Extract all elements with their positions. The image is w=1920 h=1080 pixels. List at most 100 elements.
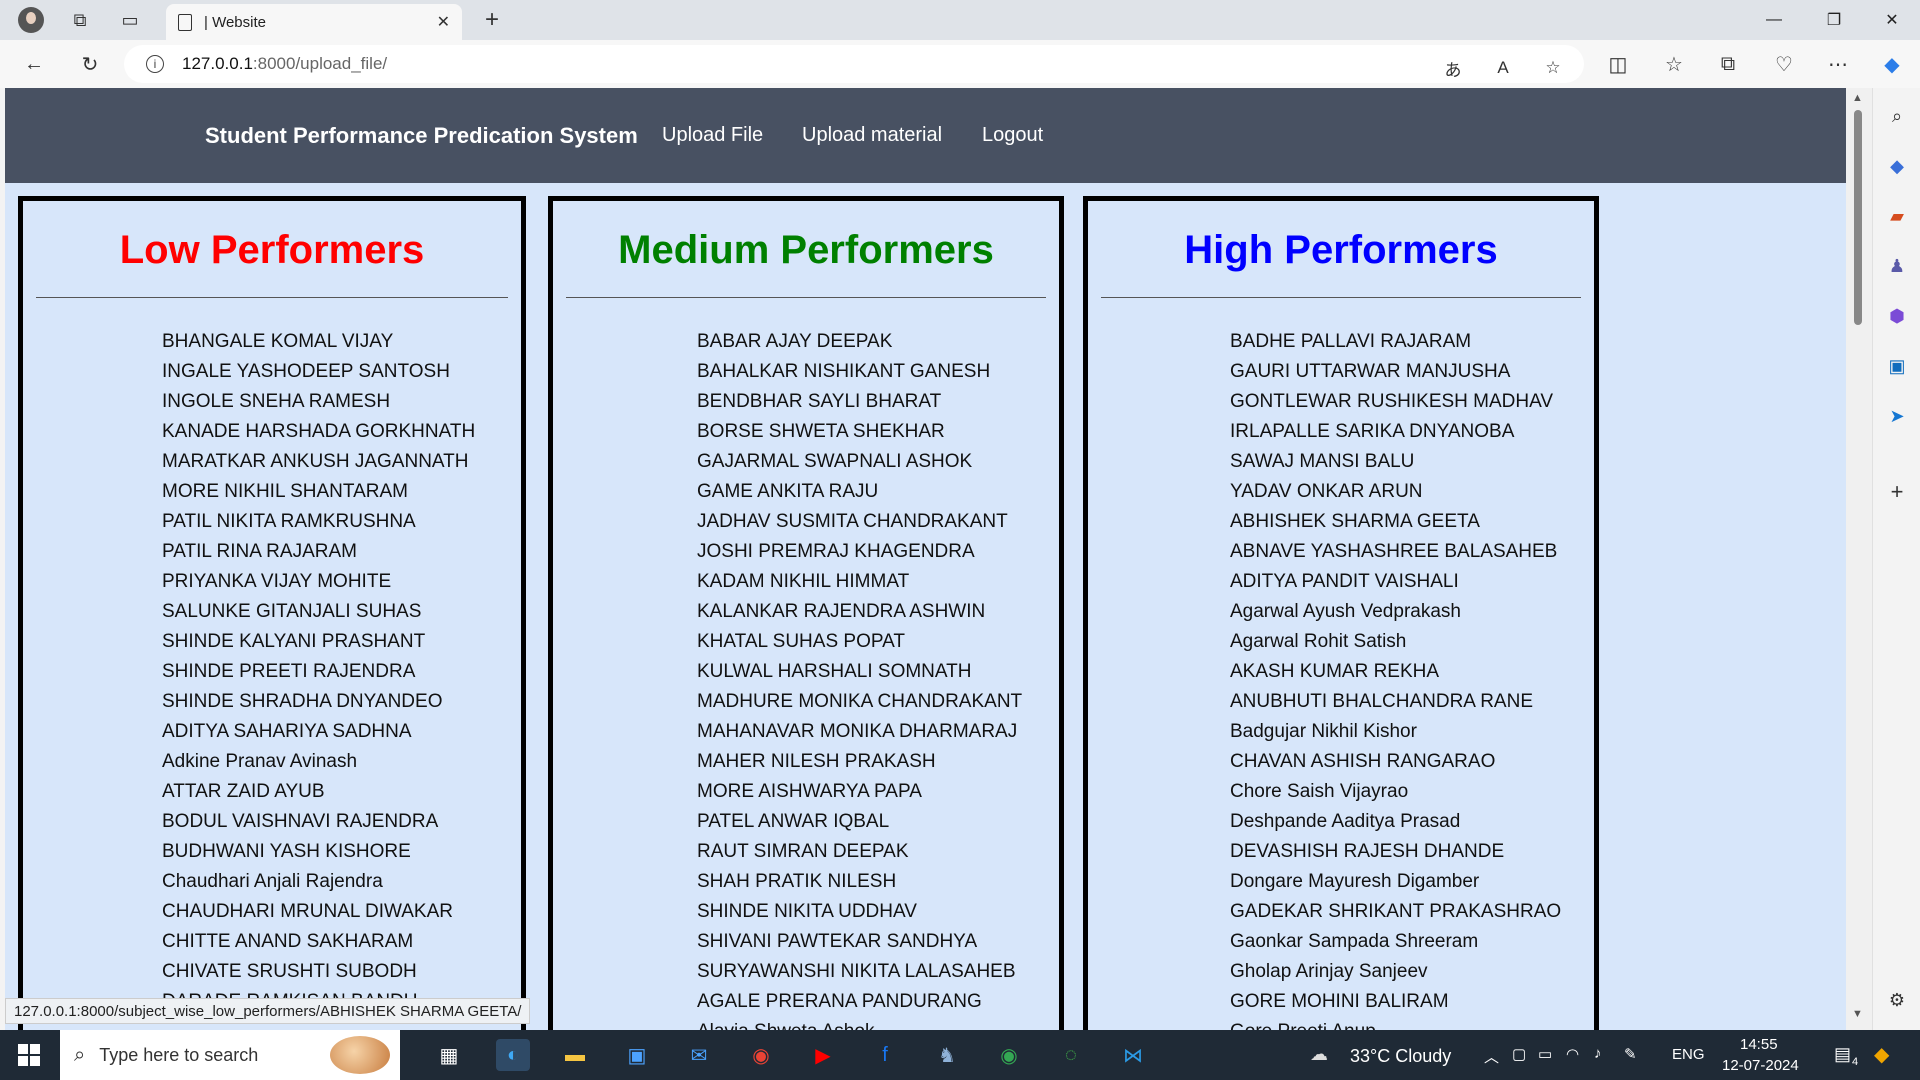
- student-link[interactable]: SHINDE NIKITA UDDHAV: [697, 902, 1059, 932]
- tools-icon[interactable]: ▰: [1885, 204, 1909, 228]
- student-link[interactable]: BADHE PALLAVI RAJARAM: [1230, 332, 1594, 362]
- student-link[interactable]: Gaonkar Sampada Shreeram: [1230, 932, 1594, 962]
- student-link[interactable]: Adkine Pranav Avinash: [162, 752, 521, 782]
- profile-button[interactable]: [0, 0, 48, 40]
- postgresql-icon[interactable]: ♞: [930, 1039, 964, 1071]
- search-icon[interactable]: ⌕: [1885, 104, 1909, 128]
- add-icon[interactable]: +: [1885, 479, 1909, 504]
- nav-upload-material[interactable]: Upload material: [802, 124, 942, 147]
- wifi-icon[interactable]: ◠: [1566, 1045, 1579, 1063]
- read-aloud-icon[interactable]: A: [1488, 53, 1518, 83]
- student-link[interactable]: RAUT SIMRAN DEEPAK: [697, 842, 1059, 872]
- student-link[interactable]: ADITYA SAHARIYA SADHNA: [162, 722, 521, 752]
- student-link[interactable]: INGOLE SNEHA RAMESH: [162, 392, 521, 422]
- new-tab-icon[interactable]: +: [476, 4, 508, 36]
- scroll-thumb[interactable]: [1854, 110, 1862, 325]
- minimize-icon[interactable]: —: [1746, 0, 1802, 40]
- student-link[interactable]: SHINDE SHRADHA DNYANDEO: [162, 692, 521, 722]
- clock-time[interactable]: 14:55: [1740, 1036, 1778, 1053]
- student-link[interactable]: BHANGALE KOMAL VIJAY: [162, 332, 521, 362]
- start-button[interactable]: [0, 1030, 58, 1080]
- student-link[interactable]: AGALE PRERANA PANDURANG: [697, 992, 1059, 1022]
- student-link[interactable]: BABAR AJAY DEEPAK: [697, 332, 1059, 362]
- more-menu-icon[interactable]: ⋯: [1820, 48, 1856, 80]
- student-link[interactable]: MADHURE MONIKA CHANDRAKANT: [697, 692, 1059, 722]
- student-link[interactable]: KHATAL SUHAS POPAT: [697, 632, 1059, 662]
- student-link[interactable]: CHAUDHARI MRUNAL DIWAKAR: [162, 902, 521, 932]
- student-link[interactable]: GONTLEWAR RUSHIKESH MADHAV: [1230, 392, 1594, 422]
- file-explorer-icon[interactable]: ▬: [558, 1039, 592, 1071]
- scroll-down-icon[interactable]: ▼: [1852, 1008, 1863, 1020]
- student-link[interactable]: JOSHI PREMRAJ KHAGENDRA: [697, 542, 1059, 572]
- nav-logout[interactable]: Logout: [982, 124, 1043, 147]
- scroll-up-icon[interactable]: ▲: [1852, 92, 1863, 104]
- student-link[interactable]: MORE AISHWARYA PAPA: [697, 782, 1059, 812]
- weather-icon[interactable]: ☁: [1310, 1044, 1328, 1065]
- student-link[interactable]: Badgujar Nikhil Kishor: [1230, 722, 1594, 752]
- student-link[interactable]: BODUL VAISHNAVI RAJENDRA: [162, 812, 521, 842]
- site-brand[interactable]: Student Performance Predication System: [205, 123, 638, 149]
- student-link[interactable]: MORE NIKHIL SHANTARAM: [162, 482, 521, 512]
- student-link[interactable]: CHITTE ANAND SAKHARAM: [162, 932, 521, 962]
- student-link[interactable]: PATIL RINA RAJARAM: [162, 542, 521, 572]
- notifications-icon[interactable]: ▤: [1834, 1044, 1851, 1065]
- student-link[interactable]: GAME ANKITA RAJU: [697, 482, 1059, 512]
- copilot-taskbar-icon[interactable]: ◆: [1874, 1042, 1889, 1067]
- student-link[interactable]: ABNAVE YASHASHREE BALASAHEB: [1230, 542, 1594, 572]
- student-link[interactable]: MARATKAR ANKUSH JAGANNATH: [162, 452, 521, 482]
- student-link[interactable]: BORSE SHWETA SHEKHAR: [697, 422, 1059, 452]
- student-link[interactable]: Deshpande Aaditya Prasad: [1230, 812, 1594, 842]
- chrome-icon[interactable]: ◉: [744, 1039, 778, 1071]
- collections-icon[interactable]: ⧉: [1710, 48, 1746, 80]
- split-screen-icon[interactable]: ◫: [1600, 48, 1636, 80]
- student-link[interactable]: AKASH KUMAR REKHA: [1230, 662, 1594, 692]
- student-link[interactable]: ANUBHUTI BHALCHANDRA RANE: [1230, 692, 1594, 722]
- games-icon[interactable]: ♟: [1885, 254, 1909, 278]
- student-link[interactable]: Alavia Shweta Ashok: [697, 1022, 1059, 1031]
- clock-date[interactable]: 12-07-2024: [1722, 1057, 1799, 1074]
- student-link[interactable]: MAHER NILESH PRAKASH: [697, 752, 1059, 782]
- student-link[interactable]: GAJARMAL SWAPNALI ASHOK: [697, 452, 1059, 482]
- close-tab-icon[interactable]: ✕: [437, 12, 450, 32]
- student-link[interactable]: PRIYANKA VIJAY MOHITE: [162, 572, 521, 602]
- student-link[interactable]: KALANKAR RAJENDRA ASHWIN: [697, 602, 1059, 632]
- student-link[interactable]: ADITYA PANDIT VAISHALI: [1230, 572, 1594, 602]
- browser-tab[interactable]: | Website ✕: [166, 4, 462, 40]
- student-link[interactable]: Gholap Arinjay Sanjeev: [1230, 962, 1594, 992]
- spinner-app-icon[interactable]: ◌: [1054, 1039, 1088, 1071]
- browser-essentials-icon[interactable]: ♡: [1766, 48, 1802, 80]
- student-link[interactable]: GADEKAR SHRIKANT PRAKASHRAO: [1230, 902, 1594, 932]
- student-link[interactable]: CHIVATE SRUSHTI SUBODH: [162, 962, 521, 992]
- student-link[interactable]: Agarwal Rohit Satish: [1230, 632, 1594, 662]
- chrome-profile-icon[interactable]: ◉: [992, 1039, 1026, 1071]
- volume-icon[interactable]: ♪: [1594, 1045, 1602, 1062]
- student-link[interactable]: Gore Preeti Anup: [1230, 1022, 1594, 1031]
- student-link[interactable]: YADAV ONKAR ARUN: [1230, 482, 1594, 512]
- mail-icon[interactable]: ✉: [682, 1039, 716, 1071]
- student-link[interactable]: GAURI UTTARWAR MANJUSHA: [1230, 362, 1594, 392]
- student-link[interactable]: Chaudhari Anjali Rajendra: [162, 872, 521, 902]
- favorite-star-icon[interactable]: ☆: [1538, 53, 1568, 83]
- info-icon[interactable]: i: [146, 55, 164, 73]
- student-link[interactable]: PATIL NIKITA RAMKRUSHNA: [162, 512, 521, 542]
- task-view-icon[interactable]: ▦: [432, 1039, 466, 1071]
- student-link[interactable]: Chore Saish Vijayrao: [1230, 782, 1594, 812]
- student-link[interactable]: IRLAPALLE SARIKA DNYANOBA: [1230, 422, 1594, 452]
- student-link[interactable]: KULWAL HARSHALI SOMNATH: [697, 662, 1059, 692]
- meet-now-icon[interactable]: ▢: [1512, 1045, 1526, 1063]
- student-link[interactable]: ATTAR ZAID AYUB: [162, 782, 521, 812]
- student-link[interactable]: SHINDE PREETI RAJENDRA: [162, 662, 521, 692]
- student-link[interactable]: BUDHWANI YASH KISHORE: [162, 842, 521, 872]
- outlook-icon[interactable]: ▣: [1885, 354, 1909, 378]
- student-link[interactable]: SURYAWANSHI NIKITA LALASAHEB: [697, 962, 1059, 992]
- student-link[interactable]: Agarwal Ayush Vedprakash: [1230, 602, 1594, 632]
- student-link[interactable]: GORE MOHINI BALIRAM: [1230, 992, 1594, 1022]
- student-link[interactable]: SALUNKE GITANJALI SUHAS: [162, 602, 521, 632]
- student-link[interactable]: ABHISHEK SHARMA GEETA: [1230, 512, 1594, 542]
- microsoft-365-icon[interactable]: ⬢: [1885, 304, 1909, 328]
- favorites-icon[interactable]: ☆: [1656, 48, 1692, 80]
- refresh-icon[interactable]: ↻: [72, 48, 108, 80]
- student-link[interactable]: KANADE HARSHADA GORKHNATH: [162, 422, 521, 452]
- translate-icon[interactable]: あ: [1438, 53, 1468, 83]
- copilot-icon[interactable]: ◆: [1874, 48, 1910, 80]
